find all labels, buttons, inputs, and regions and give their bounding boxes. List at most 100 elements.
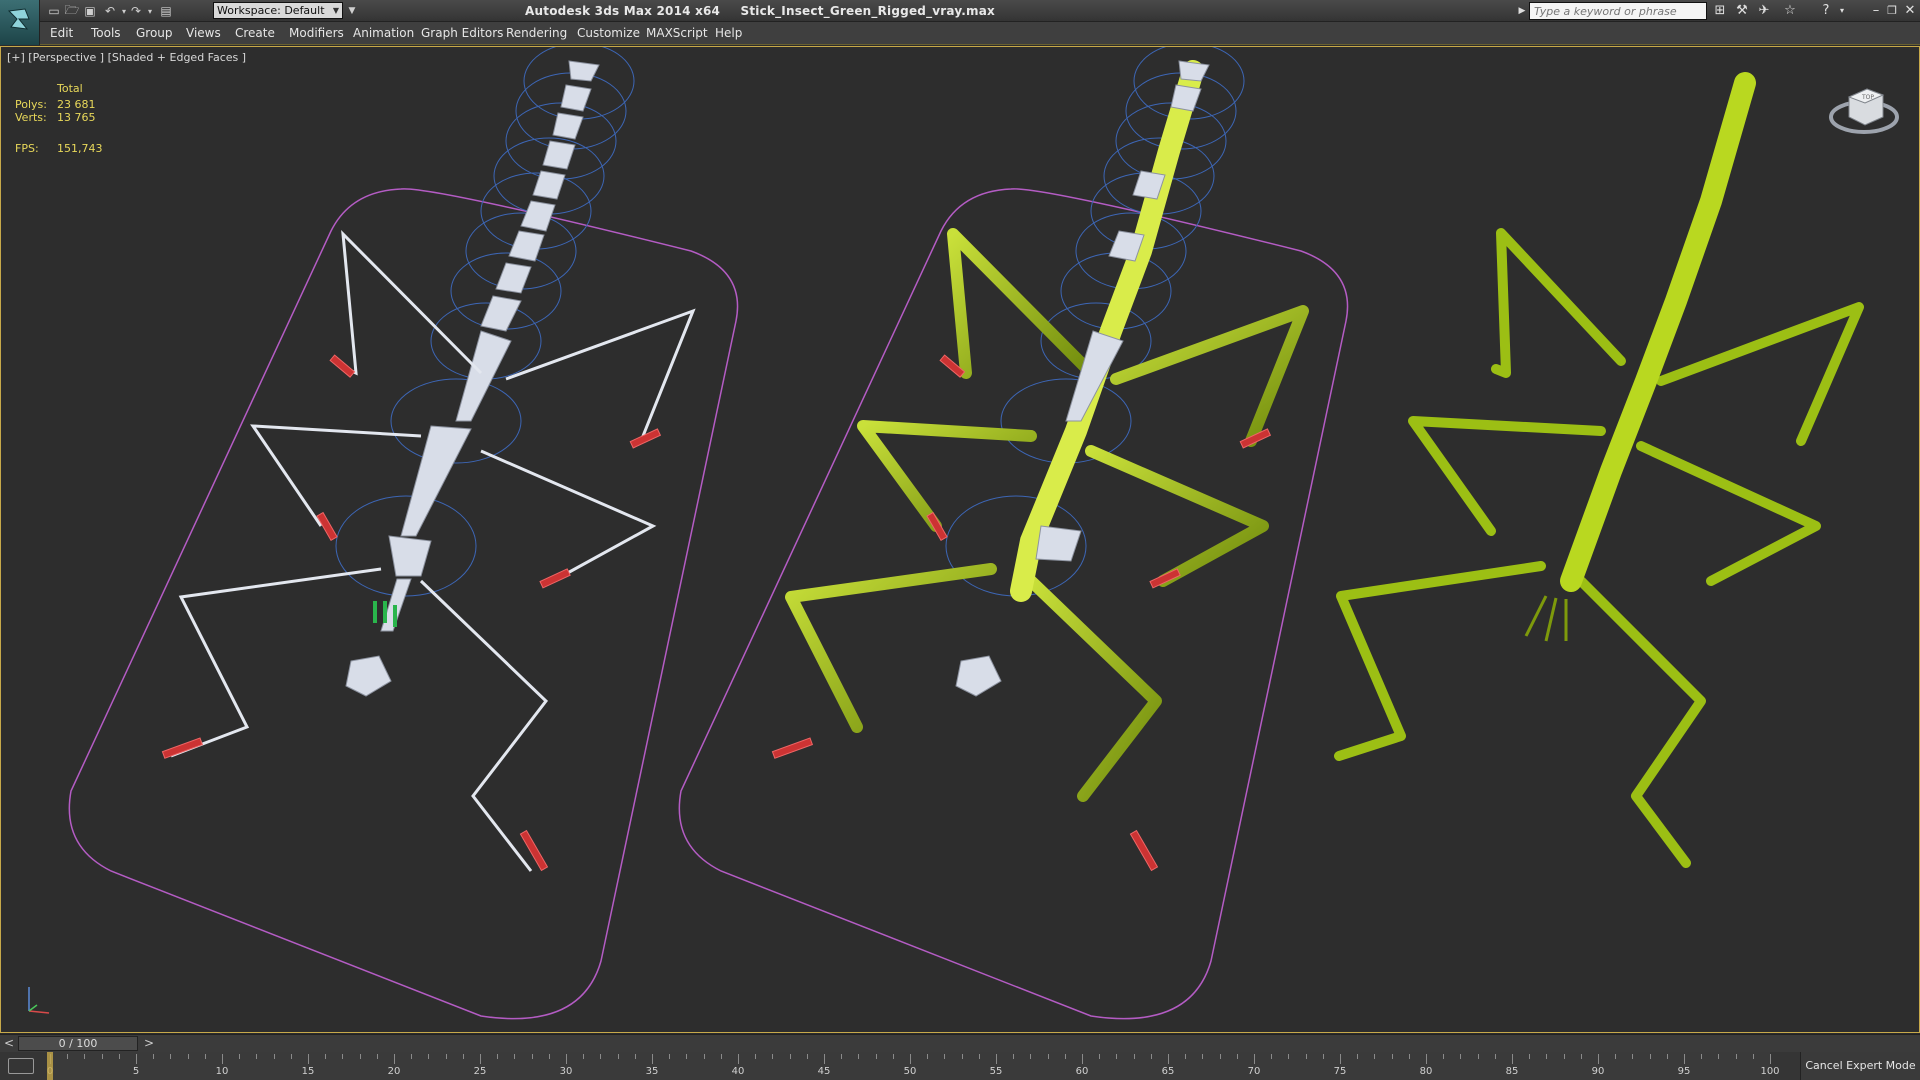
- timeline-tick: [1529, 1054, 1530, 1059]
- mini-curve-editor-icon[interactable]: [8, 1058, 34, 1074]
- favorites-star-icon[interactable]: ☆: [1782, 3, 1798, 19]
- timeline-tick-label: 45: [817, 1066, 831, 1077]
- application-menu-button[interactable]: [0, 0, 40, 45]
- timeline-tick: [824, 1054, 825, 1064]
- customize-toolbar-icon[interactable]: ▼: [344, 3, 360, 19]
- timeline-tick: [480, 1054, 481, 1064]
- timeline-tick: [291, 1054, 292, 1059]
- timeline-tick: [1254, 1054, 1255, 1064]
- insect-mesh-view[interactable]: [1334, 72, 1864, 868]
- new-file-icon[interactable]: ▭: [46, 3, 62, 19]
- timeline-tick: [1288, 1054, 1289, 1059]
- timeline-tick: [1718, 1054, 1719, 1059]
- rig-skeleton-view[interactable]: [68, 47, 739, 1020]
- menu-animation[interactable]: Animation: [353, 26, 414, 40]
- viewport-label[interactable]: [+] [Perspective ] [Shaded + Edged Faces…: [7, 51, 246, 64]
- timeline-tick: [1323, 1054, 1324, 1059]
- rig-mesh-view[interactable]: [678, 47, 1349, 1020]
- timeline-tick-label: 70: [1247, 1066, 1261, 1077]
- save-file-icon[interactable]: ▣: [82, 3, 98, 19]
- expand-arrow-icon[interactable]: ▶: [1514, 3, 1530, 19]
- view-cube[interactable]: TOP: [1829, 77, 1899, 137]
- timeline-tick-label: 90: [1591, 1066, 1605, 1077]
- timeline-tick: [1340, 1054, 1341, 1064]
- timeline-tick-label: 40: [731, 1066, 745, 1077]
- timeline-tick: [1770, 1054, 1771, 1064]
- timeline-tick: [927, 1054, 928, 1059]
- timeline-tick: [1048, 1054, 1049, 1059]
- menu-modifiers[interactable]: Modifiers: [289, 26, 344, 40]
- timeline-tick: [119, 1054, 120, 1059]
- current-frame-marker[interactable]: [47, 1052, 53, 1080]
- close-icon[interactable]: ✕: [1902, 3, 1918, 19]
- stats-fps-value: 151,743: [57, 142, 103, 155]
- menu-create[interactable]: Create: [235, 26, 275, 40]
- timeline-tick: [325, 1054, 326, 1059]
- timeline-tick: [876, 1054, 877, 1059]
- timeline-tick: [1237, 1054, 1238, 1059]
- timeline-tick: [1753, 1054, 1754, 1059]
- timeline-tick: [1443, 1054, 1444, 1059]
- menu-help[interactable]: Help: [715, 26, 742, 40]
- timeline-tick: [497, 1054, 498, 1059]
- scene-canvas[interactable]: [1, 47, 1919, 1032]
- menu-views[interactable]: Views: [186, 26, 221, 40]
- timeline-tick: [1426, 1054, 1427, 1064]
- menu-rendering[interactable]: Rendering: [506, 26, 567, 40]
- timeline-tick: [446, 1054, 447, 1059]
- perspective-viewport[interactable]: [+] [Perspective ] [Shaded + Edged Faces…: [0, 46, 1920, 1033]
- timeline-tick: [1151, 1054, 1152, 1059]
- restore-icon[interactable]: ❐: [1884, 3, 1900, 19]
- timeline-tick: [1065, 1054, 1066, 1059]
- minimize-icon[interactable]: –: [1868, 3, 1884, 19]
- workspace-dropdown[interactable]: Workspace: Default ▼: [213, 2, 343, 19]
- axis-tripod-icon: [28, 987, 50, 1014]
- menu-graph-editors[interactable]: Graph Editors: [421, 26, 503, 40]
- next-frame-button[interactable]: >: [142, 1036, 156, 1051]
- timeline-ruler[interactable]: 0510152025303540455055606570758085909510…: [47, 1052, 1780, 1080]
- timeline-tick: [721, 1054, 722, 1059]
- chevron-down-icon[interactable]: ▾: [1834, 3, 1850, 19]
- menu-group[interactable]: Group: [136, 26, 173, 40]
- time-slider[interactable]: 0 / 100: [18, 1036, 138, 1051]
- binoculars-icon[interactable]: ⊞: [1712, 3, 1728, 19]
- timeline-tick: [1736, 1054, 1737, 1059]
- timeline-tick-label: 85: [1505, 1066, 1519, 1077]
- timeline-tick-label: 55: [989, 1066, 1003, 1077]
- rig-control-outline[interactable]: [678, 188, 1349, 1020]
- previous-frame-button[interactable]: <: [2, 1036, 16, 1051]
- timeline-tick: [583, 1054, 584, 1059]
- timeline-tick-label: 35: [645, 1066, 659, 1077]
- timeline-tick: [1512, 1054, 1513, 1064]
- timeline-tick-label: 50: [903, 1066, 917, 1077]
- timeline-tick-label: 20: [387, 1066, 401, 1077]
- timeline-tick: [996, 1054, 997, 1064]
- subscription-icon[interactable]: ⚒: [1734, 3, 1750, 19]
- timeline-tick: [514, 1054, 515, 1059]
- chevron-down-icon[interactable]: ▾: [142, 3, 158, 19]
- stats-verts-label: Verts:: [15, 111, 47, 124]
- menu-customize[interactable]: Customize: [577, 26, 640, 40]
- menu-tools[interactable]: Tools: [91, 26, 121, 40]
- search-input[interactable]: [1529, 2, 1707, 20]
- title-bar: ▭ 🗁 ▣ ↶ ▾ ↷ ▾ ▤ Workspace: Default ▼ ▼ A…: [0, 0, 1920, 45]
- timeline-tick: [618, 1054, 619, 1059]
- help-icon[interactable]: ?: [1818, 3, 1834, 19]
- menu-maxscript[interactable]: MAXScript: [646, 26, 708, 40]
- stats-polys-value: 23 681: [57, 98, 96, 111]
- menu-edit[interactable]: Edit: [50, 26, 73, 40]
- timeline-tick: [1615, 1054, 1616, 1059]
- communication-center-icon[interactable]: ✈: [1756, 3, 1772, 19]
- timeline-tick: [411, 1054, 412, 1059]
- timeline-tick: [308, 1054, 309, 1064]
- cancel-expert-mode-button[interactable]: Cancel Expert Mode: [1800, 1052, 1920, 1080]
- timeline-tick: [1134, 1054, 1135, 1059]
- project-folder-icon[interactable]: ▤: [158, 3, 174, 19]
- timeline-tick: [738, 1054, 739, 1064]
- open-file-icon[interactable]: 🗁: [64, 3, 80, 19]
- timeline-tick: [652, 1054, 653, 1064]
- timeline-tick: [239, 1054, 240, 1059]
- timeline-tick: [1030, 1054, 1031, 1059]
- rig-control-outline[interactable]: [68, 188, 739, 1020]
- stats-total-label: Total: [57, 82, 83, 95]
